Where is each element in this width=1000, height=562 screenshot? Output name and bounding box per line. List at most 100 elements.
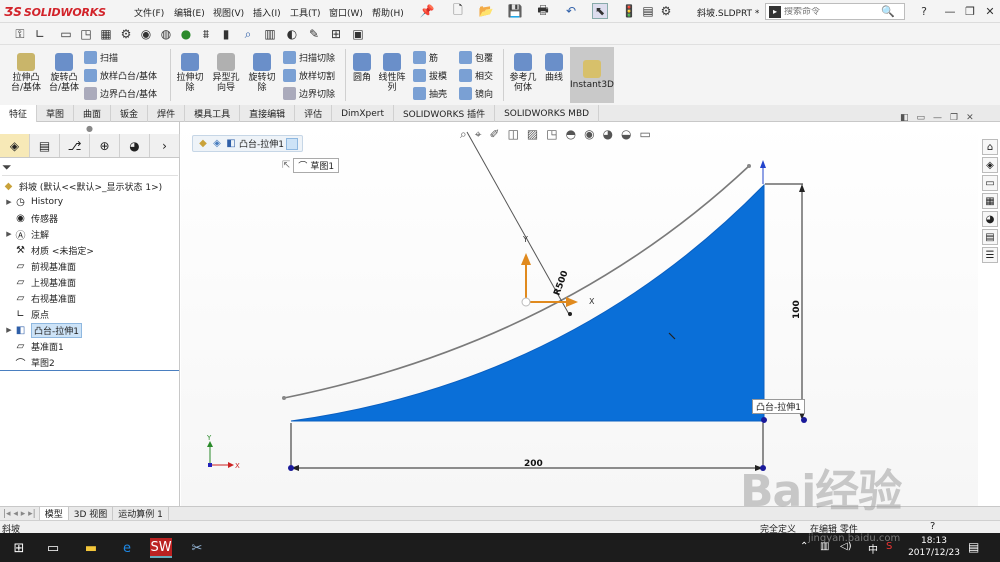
linear-pattern-button[interactable]: 线性阵 列: [376, 53, 408, 93]
tree-item-origin[interactable]: ∟ 原点: [4, 306, 49, 322]
tree-item-sensors[interactable]: ◉ 传感器: [4, 210, 58, 226]
tab-mold-tools[interactable]: 模具工具: [185, 105, 241, 122]
tree-item-material[interactable]: ⚒ 材质 <未指定>: [4, 242, 94, 258]
menu-tools[interactable]: 工具(T): [290, 6, 321, 19]
tab-model[interactable]: 模型: [39, 506, 69, 521]
dimension-handle[interactable]: [761, 417, 767, 423]
view-tool-1-icon[interactable]: ▭: [58, 26, 74, 42]
tree-item-history[interactable]: ▶ ◷ History: [4, 194, 63, 210]
tree-item-right-plane[interactable]: ▱ 右视基准面: [4, 290, 76, 306]
file-explorer-icon[interactable]: ▭: [982, 175, 998, 191]
appearance-icon[interactable]: ◐: [284, 26, 300, 42]
search-input[interactable]: [784, 6, 879, 17]
extrude-cut-button[interactable]: 拉伸切 除: [172, 53, 208, 93]
undo-icon[interactable]: ↶: [563, 3, 579, 19]
tab-sheet-metal[interactable]: 钣金: [111, 105, 149, 122]
tab-3d-view[interactable]: 3D 视图: [69, 506, 114, 521]
tab-addins[interactable]: SOLIDWORKS 插件: [394, 105, 496, 122]
menu-window[interactable]: 窗口(W): [329, 6, 363, 19]
radius-dimension-text[interactable]: R500: [552, 269, 570, 297]
menu-insert[interactable]: 插入(I): [253, 6, 281, 19]
new-file-icon[interactable]: 🗋: [450, 3, 466, 19]
tab-sketch[interactable]: 草图: [37, 105, 75, 122]
rollback-bar[interactable]: [0, 370, 179, 371]
zoom-icon[interactable]: ⌕: [240, 26, 256, 42]
tab-dimxpert[interactable]: DimXpert: [332, 105, 394, 122]
menu-view[interactable]: 视图(V): [213, 6, 244, 19]
file-properties-icon[interactable]: ▤: [640, 3, 656, 19]
search-scope-icon[interactable]: ▸: [769, 5, 781, 18]
rebuild-icon[interactable]: 🚦: [621, 3, 637, 19]
options-gear-icon[interactable]: ⚙: [658, 3, 674, 19]
loft-boss-button[interactable]: 放样凸台/基体: [84, 69, 157, 82]
tree-item-sketch2[interactable]: ⌒ 草图2: [4, 354, 55, 370]
property-manager-tab-icon[interactable]: ▤: [30, 134, 60, 157]
tab-features[interactable]: 特征: [0, 105, 38, 122]
minimize-button[interactable]: —: [940, 3, 960, 19]
snipping-tool-icon[interactable]: ✂: [186, 538, 208, 558]
boundary-boss-button[interactable]: 边界凸台/基体: [84, 87, 157, 100]
section-icon[interactable]: ▥: [262, 26, 278, 42]
wrap-button[interactable]: 包覆: [459, 51, 493, 64]
height-dimension-text[interactable]: 100: [792, 300, 802, 319]
sweep-button[interactable]: 扫描: [84, 51, 118, 64]
sketch-tool-icon[interactable]: ∟: [32, 26, 48, 42]
tree-filter-icon[interactable]: ⏷: [2, 160, 178, 176]
tab-scroll-arrows-icon[interactable]: |◂ ◂ ▸ ▸|: [0, 506, 40, 521]
measure-icon[interactable]: ⩩: [198, 26, 214, 42]
tab-motion-study[interactable]: 运动算例 1: [113, 506, 169, 521]
shell-button[interactable]: 抽壳: [413, 87, 447, 100]
save-icon[interactable]: 💾: [507, 3, 523, 19]
panel-grip-icon[interactable]: ●: [86, 124, 93, 133]
shading-icon[interactable]: ◍: [158, 26, 174, 42]
loft-cut-button[interactable]: 放样切割: [283, 69, 335, 82]
curve-point[interactable]: [568, 312, 572, 316]
menu-file[interactable]: 文件(F): [134, 6, 164, 19]
intersect-button[interactable]: 相交: [459, 69, 493, 82]
triad-origin[interactable]: [521, 297, 531, 307]
dimxpert-tab-icon[interactable]: ⊕: [90, 134, 120, 157]
edge-browser-icon[interactable]: e: [116, 538, 138, 558]
document-icon[interactable]: ▣: [350, 26, 366, 42]
triad-up-arrow[interactable]: [760, 160, 766, 168]
curve-end-point[interactable]: [282, 396, 286, 400]
instant3d-button[interactable]: Instant3D: [570, 47, 614, 103]
view-tool-3-icon[interactable]: ▦: [98, 26, 114, 42]
pin-icon[interactable]: 📌: [419, 3, 435, 19]
tab-direct-editing[interactable]: 直接编辑: [240, 105, 296, 122]
grid-icon[interactable]: ⊞: [328, 26, 344, 42]
boundary-cut-button[interactable]: 边界切除: [283, 87, 335, 100]
expand-arrow-icon[interactable]: ▶: [4, 326, 14, 334]
dimension-handle[interactable]: [288, 465, 294, 471]
key-icon[interactable]: ⚿: [12, 26, 28, 42]
revolve-boss-button[interactable]: 旋转凸 台/基体: [46, 53, 82, 93]
help-icon[interactable]: ?: [914, 3, 934, 19]
restore-button[interactable]: ❐: [960, 3, 980, 19]
select-arrow-icon[interactable]: ⬉: [592, 3, 608, 19]
file-explorer-icon[interactable]: ▬: [80, 538, 102, 558]
tab-mbd[interactable]: SOLIDWORKS MBD: [495, 105, 600, 122]
expand-arrow-icon[interactable]: ▶: [4, 230, 14, 238]
reference-geometry-button[interactable]: 参考几 何体: [506, 53, 540, 93]
edit-tool-icon[interactable]: ✎: [306, 26, 322, 42]
draft-button[interactable]: 拔模: [413, 69, 447, 82]
solidworks-logo[interactable]: ƷS SOLIDWORKS: [4, 4, 106, 20]
menu-edit[interactable]: 编辑(E): [174, 6, 205, 19]
tree-item-annotations[interactable]: ▶ Ⓐ 注解: [4, 226, 49, 242]
tree-item-boss-extrude[interactable]: ▶ ◧ 凸台-拉伸1: [4, 322, 82, 338]
tab-evaluate[interactable]: 评估: [295, 105, 333, 122]
panel-expand-icon[interactable]: ›: [150, 134, 180, 157]
menu-help[interactable]: 帮助(H): [372, 6, 404, 19]
curves-button[interactable]: 曲线: [540, 53, 568, 83]
tree-item-plane1[interactable]: ▱ 基准面1: [4, 338, 64, 354]
model-canvas[interactable]: X Y 200 100 R500 Y X: [181, 122, 978, 506]
notification-icon[interactable]: ▤: [968, 540, 979, 554]
display-icon[interactable]: ◉: [138, 26, 154, 42]
tree-item-front-plane[interactable]: ▱ 前视基准面: [4, 258, 76, 274]
home-icon[interactable]: ⌂: [982, 139, 998, 155]
expand-arrow-icon[interactable]: ▶: [4, 198, 14, 206]
rib-button[interactable]: 筋: [413, 51, 438, 64]
taskbar-clock[interactable]: 18:13 2017/12/23: [906, 535, 962, 559]
width-dimension-text[interactable]: 200: [524, 459, 543, 469]
appearances-icon[interactable]: ◕: [982, 211, 998, 227]
